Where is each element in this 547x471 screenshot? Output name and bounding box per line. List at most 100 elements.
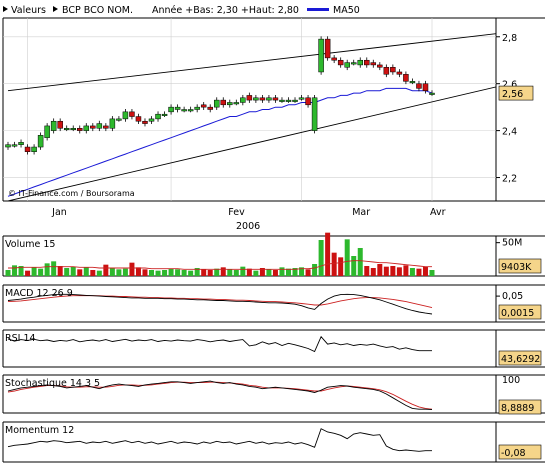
- candle-body: [57, 120, 63, 129]
- volume-bar: [181, 270, 187, 276]
- candle-body: [292, 99, 298, 102]
- x-month-label: Fev: [228, 207, 245, 218]
- volume-bar: [325, 232, 331, 276]
- last-price-value: 2,56: [502, 89, 523, 100]
- candle-body: [396, 71, 403, 75]
- candle-body: [135, 116, 142, 122]
- candle-body: [142, 120, 148, 124]
- candle-body: [279, 99, 285, 102]
- candle-body: [403, 74, 409, 82]
- volume-bar: [285, 268, 291, 276]
- valeurs-menu[interactable]: Valeurs: [3, 5, 46, 16]
- candle-body: [155, 113, 161, 120]
- volume-bar: [383, 266, 389, 276]
- candle-body: [194, 106, 200, 110]
- candle-body: [337, 59, 344, 66]
- volume-bar: [390, 266, 396, 276]
- candle-body: [122, 111, 129, 120]
- volume-bar: [175, 269, 181, 276]
- ma50-legend-label: MA50: [333, 5, 360, 16]
- price-y-tick-label: 2,4: [502, 127, 517, 138]
- volume-bar: [416, 268, 422, 276]
- ticker-label: BCP BCO NOM.: [62, 5, 133, 16]
- valeurs-menu-label[interactable]: Valeurs: [11, 5, 46, 16]
- candle-body: [116, 118, 122, 121]
- volume-bar: [77, 269, 83, 276]
- volume-bar: [103, 264, 109, 276]
- volume-bar: [305, 269, 311, 276]
- candle-body: [129, 111, 135, 117]
- candle-body: [364, 59, 370, 66]
- volume-bar: [162, 270, 168, 276]
- volume-bar: [149, 270, 155, 276]
- volume-bar: [109, 268, 115, 276]
- candle-body: [350, 62, 357, 65]
- candle-body: [298, 97, 305, 100]
- volume-bar: [364, 266, 370, 276]
- volume-bar: [279, 267, 285, 276]
- indicator-value: 9403K: [501, 262, 532, 273]
- candle-body: [148, 118, 155, 122]
- candle-body: [370, 62, 377, 66]
- candle-body: [18, 142, 24, 145]
- volume-bar: [422, 266, 428, 276]
- candle-body: [344, 62, 350, 68]
- candle-body: [311, 97, 318, 131]
- volume-bar: [70, 266, 76, 276]
- range-label: Année +Bas: 2,30 +Haut: 2,80: [152, 5, 299, 16]
- year-label: 2006: [236, 221, 260, 232]
- volume-bar: [142, 269, 148, 276]
- candle-body: [77, 128, 83, 131]
- volume-bar: [122, 268, 128, 276]
- volume-bar: [90, 270, 96, 276]
- volume-bar: [409, 268, 415, 276]
- volume-bar: [135, 267, 141, 276]
- volume-bar: [207, 270, 213, 276]
- volume-bar: [38, 268, 44, 276]
- candle-body: [83, 125, 90, 131]
- candle-body: [24, 146, 31, 152]
- volume-bar: [344, 239, 350, 276]
- candle-body: [174, 106, 181, 110]
- volume-bar: [377, 264, 383, 276]
- copyright-label: © IT-Finance.com / Boursorama: [8, 189, 135, 198]
- rsi-line: [7, 335, 432, 353]
- indicator-value: 43,6292: [501, 354, 540, 365]
- candle-body: [90, 125, 96, 129]
- candle-body: [240, 97, 246, 103]
- ticker-arrow-icon: [53, 6, 58, 12]
- volume-bar: [240, 266, 246, 276]
- candle-body: [96, 123, 103, 129]
- volume-bar: [396, 267, 402, 276]
- volume-bar: [429, 270, 435, 276]
- candle-body: [305, 97, 311, 106]
- candle-body: [227, 102, 233, 106]
- candle-body: [422, 83, 429, 91]
- candle-body: [220, 99, 227, 106]
- valeurs-arrow-icon: [3, 6, 8, 12]
- volume-bar: [253, 270, 259, 276]
- indicator-value: 0,0015: [501, 308, 534, 319]
- candle-body: [233, 102, 240, 105]
- volume-bar: [227, 269, 233, 276]
- candle-body: [383, 67, 390, 75]
- candle-body: [200, 104, 207, 108]
- volume-bar: [12, 265, 18, 276]
- volume-bar: [272, 270, 278, 276]
- candle-body: [266, 97, 272, 101]
- trendline: [7, 33, 496, 92]
- candle-body: [213, 99, 220, 108]
- volume-bar: [318, 240, 324, 276]
- volume-bar: [51, 261, 57, 276]
- candle-body: [181, 109, 187, 112]
- x-month-label: Avr: [430, 207, 446, 218]
- ma50-legend-swatch: [307, 8, 329, 11]
- candle-body: [416, 83, 422, 89]
- chart-root: Valeurs BCP BCO NOM. Année +Bas: 2,30 +Hau…: [0, 0, 547, 467]
- panel-title: Volume 15: [5, 239, 55, 250]
- candle-body: [390, 67, 396, 73]
- price-y-tick-label: 2,8: [502, 33, 517, 44]
- panel-title: RSI 14: [5, 333, 36, 344]
- candle-body: [5, 144, 11, 148]
- candle-body: [11, 144, 18, 147]
